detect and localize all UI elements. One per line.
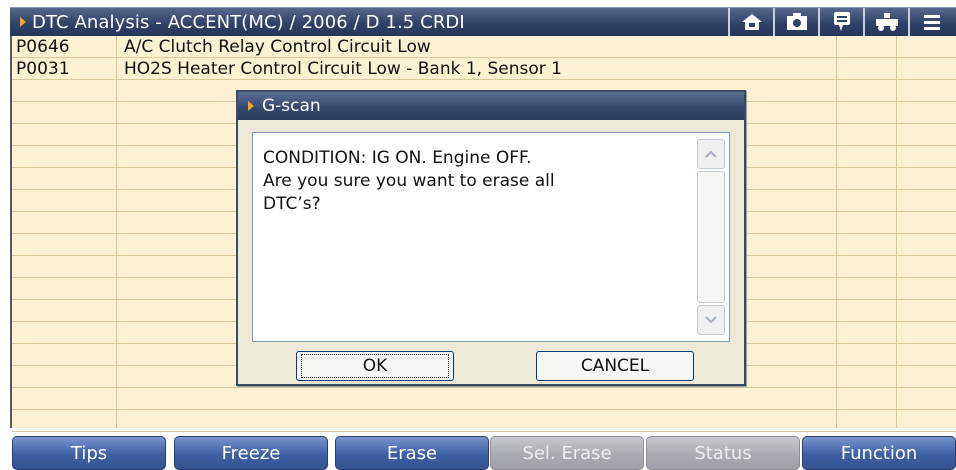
scroll-track[interactable] [697,171,725,303]
menu-icon[interactable] [908,8,953,36]
freeze-button-label: Freeze [221,442,281,464]
erase-button[interactable]: Erase [335,436,489,470]
chevron-up-icon [705,150,717,158]
cancel-button[interactable]: CANCEL [536,351,694,381]
column-divider [116,36,117,428]
message-line: Are you sure you want to erase all [263,171,555,191]
dialog-message-box: CONDITION: IG ON. Engine OFF. Are you su… [252,132,730,342]
title-toolbar [728,8,953,36]
function-button[interactable]: Function [802,436,956,470]
cancel-button-label: CANCEL [580,356,650,376]
dialog-title: G-scan [262,96,321,116]
dtc-code: P0031 [16,59,70,79]
dialog-arrow-icon [248,101,254,111]
ok-button-label: OK [301,354,449,378]
freeze-button[interactable]: Freeze [174,436,328,470]
camera-icon[interactable] [773,8,818,36]
table-row[interactable] [12,410,956,432]
dtc-description: A/C Clutch Relay Control Circuit Low [124,37,431,57]
status-button[interactable]: Status [646,436,800,470]
ok-button[interactable]: OK [296,351,454,381]
dtc-description: HO2S Heater Control Circuit Low - Bank 1… [124,59,562,79]
column-divider [836,36,837,428]
scroll-down-button[interactable] [697,305,725,335]
erase-button-label: Erase [386,442,438,464]
column-divider [896,36,897,428]
dtc-code: P0646 [16,37,70,57]
status-button-label: Status [694,442,752,464]
selective-erase-button[interactable]: Sel. Erase [490,436,644,470]
tips-button-label: Tips [70,442,108,464]
function-button-label: Function [840,442,918,464]
dialog-title-bar[interactable]: G-scan [238,92,744,120]
tips-button[interactable]: Tips [12,436,166,470]
title-arrow-icon [20,17,26,27]
message-scrollbar[interactable] [697,139,725,335]
home-icon[interactable] [728,8,773,36]
comment-icon[interactable] [818,8,863,36]
dialog-message: CONDITION: IG ON. Engine OFF. Are you su… [263,147,683,216]
title-bar: DTC Analysis - ACCENT(MC) / 2006 / D 1.5… [10,7,956,36]
selective-erase-button-label: Sel. Erase [522,442,612,464]
function-bar: Tips Freeze Erase Sel. Erase Status Func… [0,436,956,470]
scroll-up-button[interactable] [697,139,725,169]
table-row[interactable] [12,388,956,410]
vehicle-icon[interactable] [863,8,908,36]
message-line: DTC’s? [263,194,321,214]
page-title: DTC Analysis - ACCENT(MC) / 2006 / D 1.5… [32,11,465,33]
confirm-erase-dialog: G-scan CONDITION: IG ON. Engine OFF. Are… [236,90,746,386]
message-line: CONDITION: IG ON. Engine OFF. [263,148,532,168]
chevron-down-icon [705,316,717,324]
